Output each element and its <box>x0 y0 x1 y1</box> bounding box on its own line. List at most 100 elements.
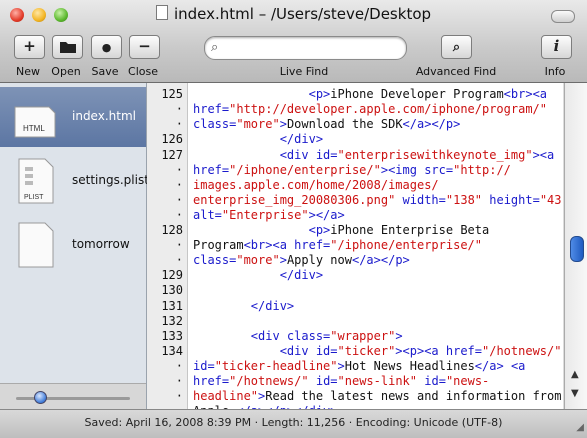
new-label: New <box>16 65 40 78</box>
sidebar-item-label: index.html <box>72 109 136 123</box>
line-number: · <box>175 162 183 177</box>
html-icon-label: HTML <box>23 124 45 133</box>
line-code: <p>iPhone Developer Program<br><a <box>308 87 548 102</box>
line-code: <div class="wrapper"> <box>250 328 403 343</box>
line-number: · <box>175 102 183 117</box>
code-line: 125 <p>iPhone Developer Program<br><a <box>147 87 563 102</box>
code-editor[interactable]: <div>125 <p>iPhone Developer Program<br>… <box>147 83 563 409</box>
new-button[interactable]: + <box>14 35 45 59</box>
line-number: 133 <box>161 328 183 343</box>
code-line: · enterprise_img_20080306.png" width="138… <box>147 193 563 208</box>
line-number: 129 <box>161 268 183 283</box>
advanced-find-button[interactable]: ⌕ <box>441 35 472 59</box>
line-number: 128 <box>161 223 183 237</box>
code-line: 129 </div> <box>147 268 563 283</box>
search-icon: ⌕ <box>211 40 219 55</box>
plist-icon-label: PLIST <box>24 194 44 201</box>
info-icon: i <box>553 37 560 55</box>
code-line: · href="/hotnews/" id="news-link" id="new… <box>147 374 563 389</box>
line-number: · <box>175 207 183 222</box>
code-line: 133 <div class="wrapper"> <box>147 329 563 344</box>
record-dot-icon: ● <box>101 41 112 54</box>
line-code: images.apple.com/home/2008/images/ <box>193 177 439 192</box>
advanced-find-label: Advanced Find <box>415 65 497 78</box>
resize-grip-icon[interactable]: ◢ <box>576 422 584 433</box>
sidebar-footer <box>0 383 146 410</box>
line-number: 131 <box>161 298 183 313</box>
window-title: index.html – /Users/steve/Desktop <box>0 5 587 23</box>
line-number: · <box>175 358 183 373</box>
line-number: · <box>175 374 183 388</box>
line-code: </div> <box>250 298 295 313</box>
line-number: · <box>175 389 183 404</box>
line-code: Program<br><a href="/iphone/enterprise/" <box>193 238 482 253</box>
line-code: <p>iPhone Enterprise Beta <box>308 223 490 237</box>
status-bar: Saved: April 16, 2008 8:39 PM · Length: … <box>0 409 587 438</box>
sidebar-item-settings[interactable]: PLIST settings.plist <box>0 151 149 211</box>
document-icon <box>155 5 168 20</box>
magnifier-icon: ⌕ <box>452 40 461 55</box>
line-code: alt="Enterprise"></a> <box>193 207 345 222</box>
close-label: Close <box>128 65 158 78</box>
line-code: class="more">Download the SDK</a></p> <box>193 117 461 132</box>
line-number: 132 <box>161 313 183 328</box>
line-number: 127 <box>161 147 183 162</box>
icon-size-slider-knob[interactable] <box>34 391 47 404</box>
info-label: Info <box>544 65 566 78</box>
live-find-input[interactable]: ⌕ <box>204 36 407 60</box>
html-file-icon: HTML <box>14 106 56 138</box>
line-number: 126 <box>161 132 183 147</box>
file-sidebar: HTML index.html PLIST settings.plist tom… <box>0 83 149 410</box>
text-file-icon <box>18 222 54 268</box>
line-code: <div id="ticker"><p><a href="/hotnews/" <box>279 343 562 358</box>
line-code: enterprise_img_20080306.png" width="138"… <box>193 192 563 207</box>
scroll-up-arrow-icon[interactable]: ▲ <box>571 369 579 380</box>
plus-icon: + <box>23 37 36 55</box>
sidebar-item-label: tomorrow <box>72 237 130 251</box>
code-line: 130 <box>147 283 563 298</box>
line-code: href="http://developer.apple.com/iphone/… <box>193 102 548 117</box>
sidebar-item-index[interactable]: HTML index.html <box>0 87 146 147</box>
close-button[interactable]: − <box>129 35 160 59</box>
code-line: · class="more">Apply now</a></p> <box>147 253 563 268</box>
code-line: 127 <div id="enterprisewithkeynote_img">… <box>147 148 563 163</box>
save-button[interactable]: ● <box>91 35 122 59</box>
code-line: · headline">Read the latest news and info… <box>147 389 563 404</box>
live-find-label: Live Find <box>279 65 329 78</box>
app-window: index.html – /Users/steve/Desktop + New … <box>0 0 587 438</box>
info-button[interactable]: i <box>541 35 572 59</box>
code-line: · Program<br><a href="/iphone/enterprise/… <box>147 238 563 253</box>
code-line: 128 <p>iPhone Enterprise Beta <box>147 223 563 238</box>
line-code: href="/hotnews/" id="news-link" id="news… <box>193 374 490 388</box>
line-code: href="/iphone/enterprise/"><img src="htt… <box>193 162 511 177</box>
line-number: 134 <box>161 343 183 358</box>
window-title-text: index.html – /Users/steve/Desktop <box>173 5 432 23</box>
line-number: 125 <box>161 87 183 102</box>
line-number: · <box>175 238 183 253</box>
folder-icon <box>59 42 76 53</box>
scroll-thumb[interactable] <box>570 236 584 262</box>
code-line: 132 <box>147 314 563 329</box>
open-label: Open <box>51 65 81 78</box>
line-number: · <box>175 177 183 192</box>
sidebar-item-tomorrow[interactable]: tomorrow <box>0 215 146 275</box>
line-number: · <box>175 192 183 207</box>
vertical-scrollbar[interactable]: ▲ ▼ <box>564 83 587 409</box>
scroll-down-arrow-icon[interactable]: ▼ <box>571 388 579 399</box>
code-line: · images.apple.com/home/2008/images/ <box>147 178 563 193</box>
status-text: Saved: April 16, 2008 8:39 PM · Length: … <box>84 416 503 429</box>
line-code: </div> <box>279 132 324 147</box>
line-code: </div> <box>279 268 324 283</box>
plist-file-icon: PLIST <box>18 158 54 204</box>
line-code: <div id="enterprisewithkeynote_img"><a <box>279 147 555 162</box>
code-line: · class="more">Download the SDK</a></p> <box>147 117 563 132</box>
line-code: class="more">Apply now</a></p> <box>193 253 410 268</box>
line-number: · <box>175 253 183 268</box>
code-line: 131 </div> <box>147 299 563 314</box>
line-number: 130 <box>161 283 183 298</box>
code-line: 134 <div id="ticker"><p><a href="/hotnew… <box>147 344 563 359</box>
line-code: id="ticker-headline">Hot News Headlines<… <box>193 358 526 373</box>
save-label: Save <box>91 65 119 78</box>
open-button[interactable] <box>52 35 83 59</box>
line-number: · <box>175 117 183 132</box>
